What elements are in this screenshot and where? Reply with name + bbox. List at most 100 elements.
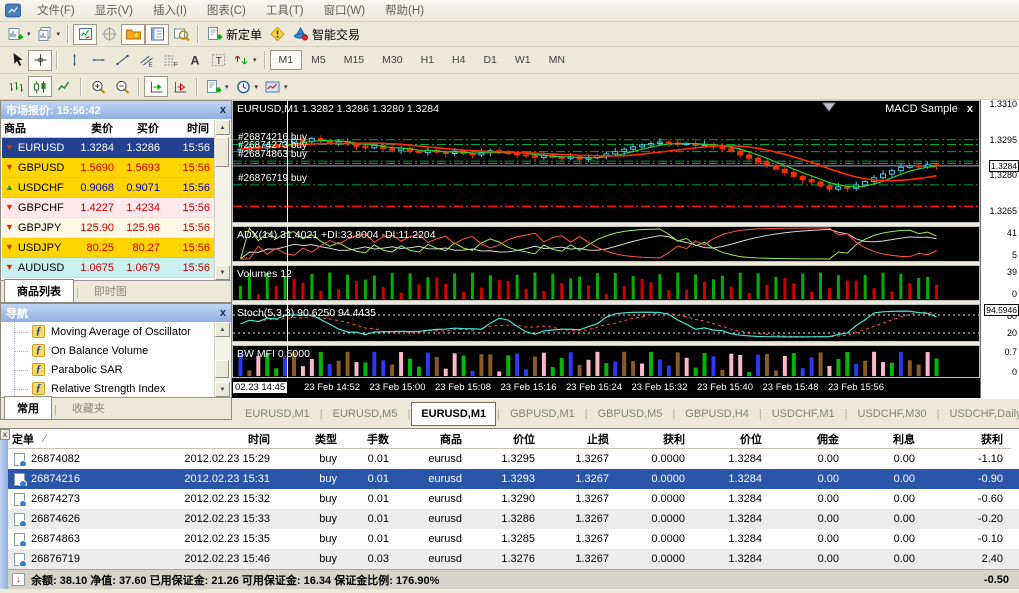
profiles-button[interactable]: ▾	[34, 24, 64, 45]
order-row-26874082[interactable]: 268740822012.02.23 15:29buy0.01eurusd1.3…	[8, 449, 1019, 469]
close-icon[interactable]: x	[220, 105, 226, 115]
market-watch-row-eurusd[interactable]: ▼EURUSD1.32841.328615:56	[2, 138, 214, 158]
chart-tab-eurusd-m1[interactable]: EURUSD,M1	[411, 402, 496, 426]
timeframe-m30-button[interactable]: M30	[373, 50, 411, 70]
col-bid[interactable]: 卖价	[69, 120, 117, 136]
timeframe-m15-button[interactable]: M15	[335, 50, 373, 70]
candlestick-chart-button[interactable]	[28, 76, 52, 97]
horizontal-line-button[interactable]	[86, 50, 110, 71]
zoom-out-button[interactable]	[110, 76, 134, 97]
orders-col-9[interactable]: 佣金	[770, 431, 847, 447]
menu-insert[interactable]: 插入(I)	[143, 0, 197, 22]
market-watch-tab-0[interactable]: 商品列表	[4, 279, 74, 302]
chart-area[interactable]: EURUSD,M1 1.3282 1.3286 1.3280 1.3284 MA…	[232, 100, 1019, 398]
indicators-button[interactable]: ▾	[202, 76, 232, 97]
navigator-tab-1[interactable]: 收藏夹	[59, 396, 118, 419]
chart-tab-gbpusd-m5[interactable]: GBPUSD,M5	[589, 403, 672, 425]
navigator-item-2[interactable]: ƒParabolic SAR	[2, 360, 214, 379]
market-watch-tab-1[interactable]: 即时图	[81, 279, 140, 302]
terminal-button[interactable]	[145, 24, 169, 45]
timeframe-m5-button[interactable]: M5	[302, 50, 335, 70]
menu-help[interactable]: 帮助(H)	[375, 0, 434, 22]
volumes-indicator-pane[interactable]: Volumes 12	[232, 265, 980, 301]
close-icon[interactable]: x	[220, 308, 226, 318]
alerts-icon[interactable]	[265, 24, 289, 45]
orders-col-8[interactable]: 价位	[693, 431, 770, 447]
orders-col-1[interactable]: 时间	[110, 431, 278, 447]
templates-button[interactable]: ▾	[261, 76, 291, 97]
price-axis[interactable]: 1.33101.32951.32801.32651.32844153908020…	[980, 100, 1019, 398]
timeframe-m1-button[interactable]: M1	[270, 50, 303, 70]
line-chart-button[interactable]	[52, 76, 76, 97]
periods-button[interactable]: ▾	[232, 76, 262, 97]
navigator-tab-0[interactable]: 常用	[4, 396, 52, 419]
market-watch-scrollbar[interactable]: ▲ ▼	[214, 120, 230, 280]
fibonacci-button[interactable]: F	[158, 50, 182, 71]
zoom-in-button[interactable]	[86, 76, 110, 97]
data-window-button[interactable]	[97, 24, 121, 45]
market-watch-row-gbpusd[interactable]: ▼GBPUSD1.56901.569315:56	[2, 158, 214, 178]
order-row-26874273[interactable]: 268742732012.02.23 15:32buy0.01eurusd1.3…	[8, 489, 1019, 509]
orders-col-5[interactable]: 价位	[470, 431, 543, 447]
terminal-drag-strip[interactable]	[0, 429, 8, 589]
col-symbol[interactable]: 商品	[1, 120, 69, 136]
timeframe-d1-button[interactable]: D1	[474, 50, 505, 70]
cursor-button[interactable]	[4, 50, 28, 71]
menu-view[interactable]: 显示(V)	[85, 0, 143, 22]
orders-col-11[interactable]: 获利	[923, 431, 1011, 447]
market-watch-row-usdjpy[interactable]: ▼USDJPY80.2580.2715:56	[2, 238, 214, 258]
market-watch-row-gbpjpy[interactable]: ▼GBPJPY125.90125.9615:56	[2, 218, 214, 238]
chart-shift-button[interactable]	[168, 76, 192, 97]
menu-file[interactable]: 文件(F)	[27, 0, 85, 22]
trendline-button[interactable]	[110, 50, 134, 71]
arrows-button[interactable]: ▾	[230, 50, 260, 71]
market-watch-row-audusd[interactable]: ▼AUDUSD1.06751.067915:56	[2, 258, 214, 278]
chart-tab-gbpusd-m1[interactable]: GBPUSD,M1	[501, 403, 584, 425]
navigator-item-0[interactable]: ƒMoving Average of Oscillator	[2, 322, 214, 341]
order-row-26874863[interactable]: 268748632012.02.23 15:35buy0.01eurusd1.3…	[8, 529, 1019, 549]
scroll-up-icon[interactable]: ▲	[215, 322, 230, 337]
time-axis[interactable]: 02.23 14:4523 Feb 14:5223 Feb 15:0023 Fe…	[232, 378, 980, 398]
navigator-button[interactable]	[121, 24, 145, 45]
stochastic-indicator-pane[interactable]: Stoch(5,3,3) 90.6250 94.4435	[232, 304, 980, 342]
market-watch-button[interactable]	[73, 24, 97, 45]
new-chart-button[interactable]: ▾	[4, 24, 34, 45]
market-watch-title[interactable]: 市场报价: 15:56:42 x	[1, 101, 231, 119]
orders-col-10[interactable]: 利息	[847, 431, 923, 447]
timeframe-w1-button[interactable]: W1	[506, 50, 540, 70]
terminal-close-icon[interactable]: x	[0, 429, 10, 440]
timeframe-mn-button[interactable]: MN	[540, 50, 574, 70]
auto-scroll-button[interactable]	[144, 76, 168, 97]
order-row-26876719[interactable]: 268767192012.02.23 15:46buy0.03eurusd1.3…	[8, 549, 1019, 569]
navigator-title[interactable]: 导航 x	[1, 304, 231, 322]
navigator-item-1[interactable]: ƒOn Balance Volume	[2, 341, 214, 360]
text-label-button[interactable]: T	[206, 50, 230, 71]
chart-tab-usdchf-m30[interactable]: USDCHF,M30	[849, 403, 936, 425]
orders-col-7[interactable]: 获利	[617, 431, 693, 447]
orders-col-6[interactable]: 止损	[543, 431, 617, 447]
scroll-up-icon[interactable]: ▲	[215, 120, 230, 135]
col-ask[interactable]: 买价	[117, 120, 163, 136]
scroll-down-icon[interactable]: ▼	[215, 382, 230, 397]
price-chart-pane[interactable]: EURUSD,M1 1.3282 1.3286 1.3280 1.3284 MA…	[232, 100, 980, 223]
menu-tools[interactable]: 工具(T)	[256, 0, 314, 22]
market-watch-row-gbpchf[interactable]: ▼GBPCHF1.42271.423415:56	[2, 198, 214, 218]
expert-advisors-button[interactable]: 智能交易	[289, 24, 363, 45]
timeframe-h4-button[interactable]: H4	[443, 50, 474, 70]
chart-tab-usdchf-m1[interactable]: USDCHF,M1	[763, 403, 844, 425]
menu-charts[interactable]: 图表(C)	[197, 0, 256, 22]
strategy-tester-button[interactable]	[169, 24, 193, 45]
new-order-button[interactable]: 新定单	[203, 24, 265, 45]
orders-col-4[interactable]: 商品	[397, 431, 470, 447]
navigator-item-3[interactable]: ƒRelative Strength Index	[2, 379, 214, 397]
orders-col-0[interactable]: 定单∕	[8, 431, 110, 447]
chart-tab-gbpusd-h4[interactable]: GBPUSD,H4	[676, 403, 758, 425]
chart-tab-usdchf-daily[interactable]: USDCHF,Daily	[940, 403, 1019, 425]
adx-indicator-pane[interactable]: ADX(14) 31.4021 +DI:33.8004 -DI:11.2204	[232, 226, 980, 262]
vertical-line-button[interactable]	[62, 50, 86, 71]
orders-col-2[interactable]: 类型	[278, 431, 345, 447]
order-row-26874216[interactable]: 268742162012.02.23 15:31buy0.01eurusd1.3…	[8, 469, 1019, 489]
col-time[interactable]: 时间	[163, 120, 213, 136]
timeframe-h1-button[interactable]: H1	[412, 50, 443, 70]
chart-tab-eurusd-m5[interactable]: EURUSD,M5	[324, 403, 407, 425]
